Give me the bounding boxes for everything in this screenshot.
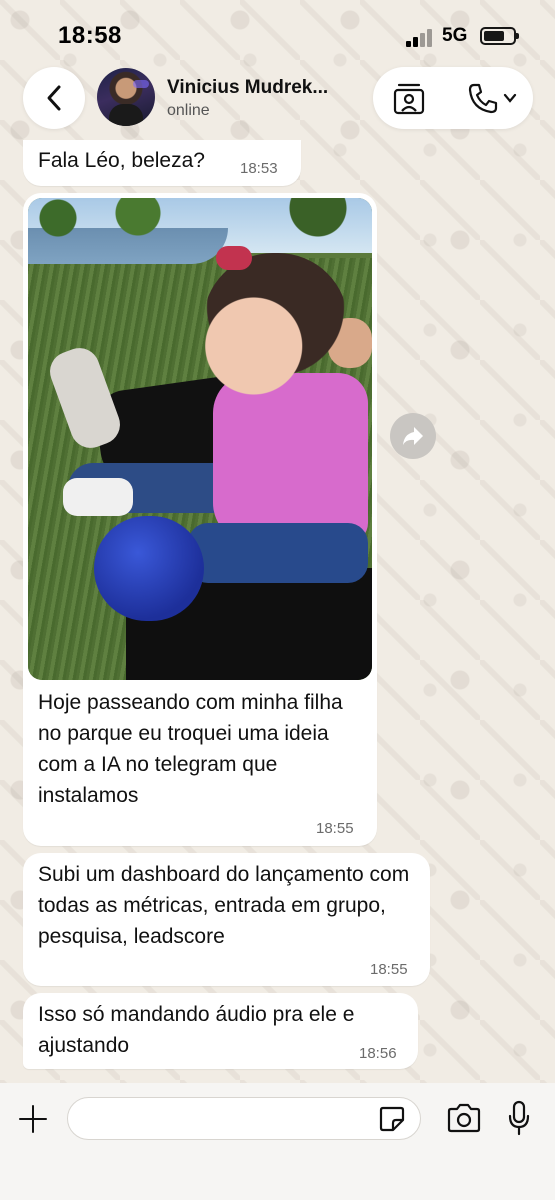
message-input[interactable] <box>67 1097 421 1140</box>
contact-status: online <box>167 102 210 119</box>
phone-icon <box>468 83 497 114</box>
message-photo[interactable] <box>28 198 372 680</box>
mic-button[interactable] <box>505 1099 533 1137</box>
voice-call-button[interactable] <box>461 78 521 118</box>
signal-bars-icon <box>406 27 434 47</box>
message-text: Subi um dashboard do lançamento com toda… <box>38 863 410 948</box>
message-bubble[interactable]: Subi um dashboard do lançamento com toda… <box>23 853 430 986</box>
message-time: 18:55 <box>316 820 354 837</box>
camera-button[interactable] <box>445 1102 483 1134</box>
message-time: 18:56 <box>359 1045 397 1062</box>
message-time: 18:55 <box>370 961 408 978</box>
video-call-button[interactable] <box>387 78 431 118</box>
message-text: Hoje passeando com minha filha no parque… <box>38 691 343 807</box>
battery-icon <box>480 27 519 45</box>
message-bubble[interactable]: Fala Léo, beleza? 18:53 <box>23 140 301 186</box>
contact-header[interactable]: Vinicius Mudrek... online <box>97 67 357 129</box>
forward-arrow-icon <box>403 427 423 445</box>
sticker-icon <box>379 1106 405 1132</box>
status-time: 18:58 <box>58 22 122 49</box>
message-bubble[interactable]: Hoje passeando com minha filha no parque… <box>23 193 377 846</box>
message-bubble[interactable]: Isso só mandando áudio pra ele e ajustan… <box>23 993 418 1069</box>
network-label: 5G <box>442 25 468 46</box>
camera-icon <box>447 1103 481 1133</box>
back-button[interactable] <box>23 67 85 129</box>
sticker-button[interactable] <box>377 1104 407 1134</box>
message-text: Fala Léo, beleza? <box>38 149 205 172</box>
message-time: 18:53 <box>240 160 278 177</box>
video-call-icon <box>393 83 425 115</box>
forward-button[interactable] <box>390 413 436 459</box>
header-actions <box>373 67 533 129</box>
avatar[interactable] <box>97 68 155 126</box>
contact-name[interactable]: Vinicius Mudrek... <box>167 77 328 99</box>
chevron-left-icon <box>47 85 61 111</box>
plus-icon[interactable] <box>17 1103 49 1135</box>
chevron-down-icon <box>503 93 516 103</box>
message-text: Isso só mandando áudio pra ele e ajustan… <box>38 1003 355 1057</box>
status-bar: 18:58 5G <box>0 0 555 62</box>
microphone-icon <box>508 1100 530 1136</box>
